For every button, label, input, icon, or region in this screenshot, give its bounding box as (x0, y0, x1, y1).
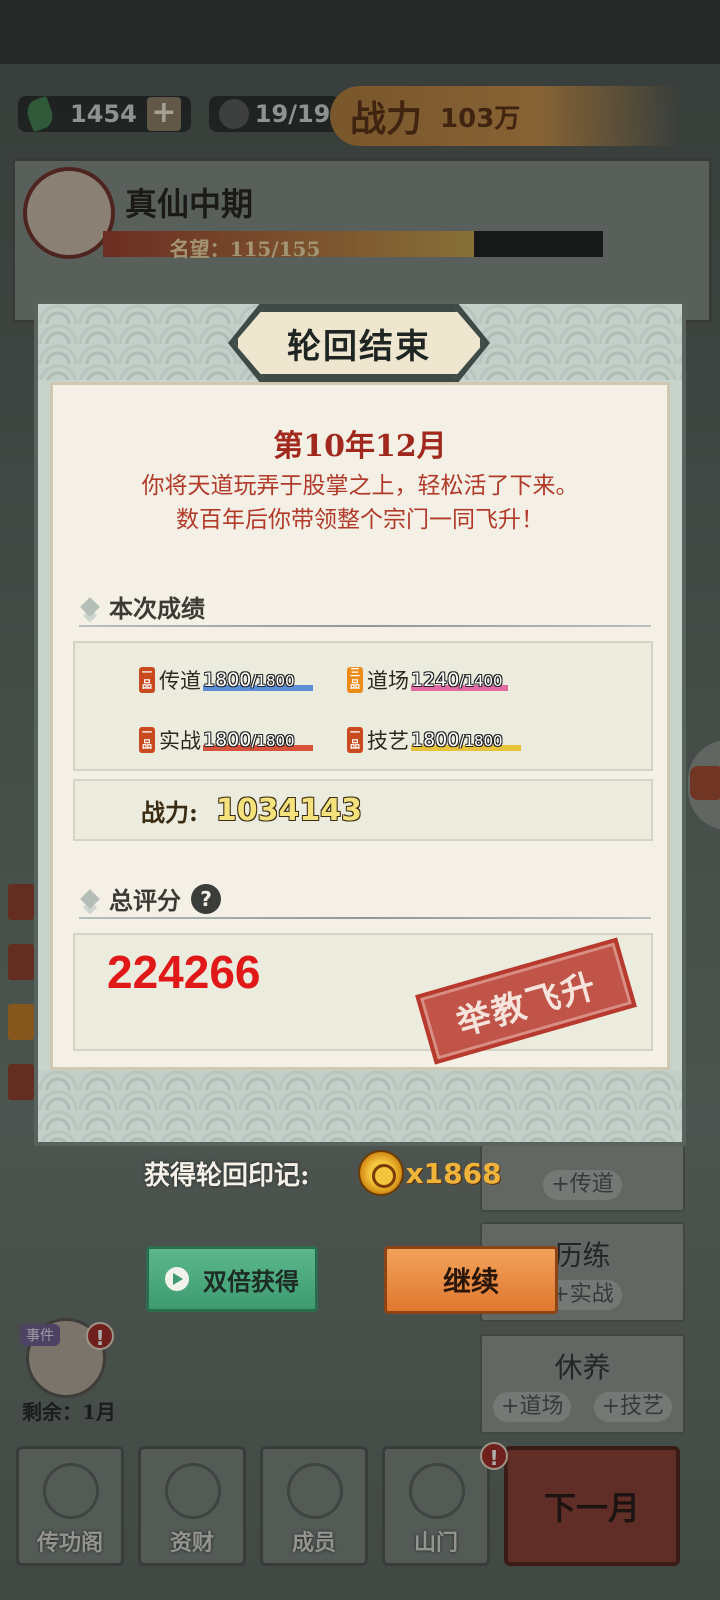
double-reward-button[interactable]: 双倍获得 (146, 1246, 318, 1312)
stat-max: /1800 (251, 732, 295, 750)
divider (79, 917, 651, 919)
grade-badge: 一品 (139, 667, 155, 693)
stat-name: 传道 (159, 669, 201, 693)
divider (79, 625, 651, 627)
stat-value: 1800/1800 (203, 729, 313, 751)
stat-name: 技艺 (367, 729, 409, 753)
score-heading: 总评分 ? (80, 881, 221, 916)
results-heading: 本次成绩 (80, 589, 205, 624)
reward-label: 获得轮回印记: (144, 1160, 310, 1191)
help-icon[interactable]: ? (191, 883, 221, 914)
score-heading-text: 总评分 (109, 886, 181, 915)
stat-current: 1800 (411, 729, 460, 751)
play-video-icon (165, 1267, 189, 1291)
total-score: 224266 (107, 946, 261, 998)
power-label: 战力: (141, 797, 198, 827)
reward-row: 获得轮回印记: x1868 (144, 1150, 502, 1196)
stat-value: 1800/1800 (411, 729, 521, 751)
wave-pattern (38, 1070, 682, 1142)
stat-craft: 一品 技艺 1800/1800 (347, 725, 521, 755)
results-heading-text: 本次成绩 (109, 594, 205, 623)
ascension-stamp: 举教飞升 (415, 937, 637, 1065)
stat-name: 道场 (367, 669, 409, 693)
reincarnation-end-dialog: 轮回结束 第10年12月 你将天道玩弄于股掌之上，轻松活了下来。 数百年后你带领… (34, 300, 686, 1146)
double-reward-label: 双倍获得 (203, 1266, 299, 1296)
stat-value: 1240/1400 (411, 669, 509, 691)
diamond-icon (80, 888, 100, 909)
stat-teach: 一品 传道 1800/1800 (139, 665, 313, 695)
ending-line-2: 数百年后你带领整个宗门一同飞升！ (176, 507, 544, 533)
title-plaque: 轮回结束 (234, 308, 484, 378)
stat-max: /1800 (251, 672, 295, 690)
stat-max: /1800 (459, 732, 503, 750)
stamp-text: 举教飞升 (452, 965, 602, 1044)
stat-arena: 三品 道场 1240/1400 (347, 665, 509, 695)
score-box: 224266 举教飞升 (73, 933, 653, 1065)
stat-name: 实战 (159, 729, 201, 753)
power-value: 1034143 (215, 792, 362, 828)
grade-badge: 三品 (347, 667, 363, 693)
stat-value: 1800/1800 (203, 669, 313, 691)
ending-message: 你将天道玩弄于股掌之上，轻松活了下来。 数百年后你带领整个宗门一同飞升！ (53, 469, 667, 537)
grade-badge: 一品 (347, 727, 363, 753)
power-box: 战力: 1034143 (73, 779, 653, 841)
ending-line-1: 你将天道玩弄于股掌之上，轻松活了下来。 (141, 473, 579, 499)
diamond-icon (80, 596, 100, 617)
stat-current: 1800 (203, 729, 252, 751)
reincarnation-seal-icon (357, 1150, 404, 1196)
dialog-title: 轮回结束 (287, 326, 431, 367)
stat-current: 1240 (411, 669, 460, 691)
stat-combat: 一品 实战 1800/1800 (139, 725, 313, 755)
grade-badge: 一品 (139, 727, 155, 753)
stat-current: 1800 (203, 669, 252, 691)
result-paper: 第10年12月 你将天道玩弄于股掌之上，轻松活了下来。 数百年后你带领整个宗门一… (50, 382, 670, 1070)
stat-max: /1400 (459, 672, 503, 690)
reward-amount: x1868 (405, 1156, 502, 1190)
stats-box: 一品 传道 1800/1800 三品 道场 1240/1400 一品 实战 18… (73, 641, 653, 771)
continue-button[interactable]: 继续 (384, 1246, 558, 1314)
end-date: 第10年12月 (273, 429, 447, 464)
